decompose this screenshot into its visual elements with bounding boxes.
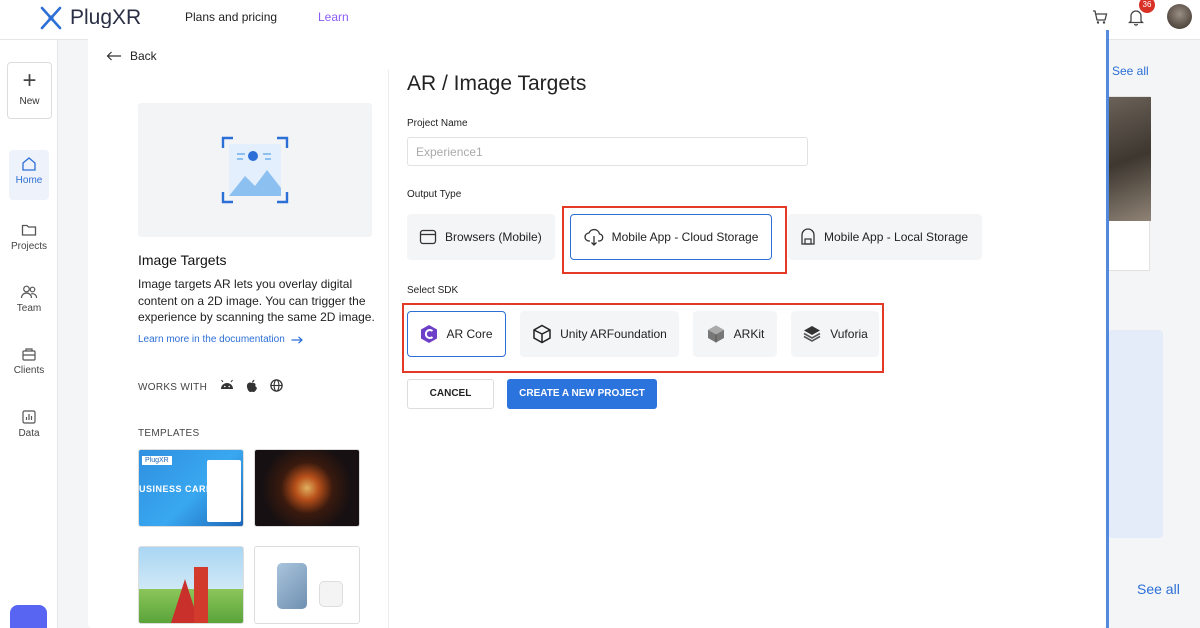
page-title: AR / Image Targets [407,72,587,95]
left-sidebar: + New Home Projects Team Clients Data [0,40,58,628]
arrow-right-icon [291,335,303,344]
nav-plans-and-pricing[interactable]: Plans and pricing [185,10,277,24]
avatar[interactable] [1167,4,1192,29]
see-all-link[interactable]: See all [1137,581,1180,597]
sidebar-item-clients[interactable]: Clients [0,346,58,376]
documentation-link[interactable]: Learn more in the documentation [138,334,303,345]
project-name-label: Project Name [407,118,468,129]
plugxr-logo-icon [40,6,62,30]
template-title: Image Targets [138,252,227,268]
select-sdk-label: Select SDK [407,285,459,296]
logo-text: PlugXR [70,6,142,29]
scrollbar[interactable] [1106,30,1109,628]
create-project-button[interactable]: CREATE A NEW PROJECT [507,379,657,409]
team-icon [20,285,38,299]
output-option-label: Mobile App - Local Storage [824,230,969,244]
earbuds-image [319,581,343,607]
image-target-preview [138,103,372,237]
image-target-icon [221,136,289,204]
documentation-link-label: Learn more in the documentation [138,334,285,345]
globe-icon [270,379,283,392]
works-with-label: WORKS WITH [138,382,208,393]
apple-icon [246,379,257,392]
sidebar-item-label: Home [15,175,43,186]
create-project-modal: Back Image Targets Image targets AR lets… [88,28,1106,628]
template-3d-shapes[interactable] [138,546,244,624]
sidebar-item-label: Clients [13,365,45,376]
template-description: Image targets AR lets you overlay digita… [138,277,375,324]
notification-badge: 36 [1139,0,1155,13]
home-icon [22,157,36,171]
plus-icon: + [22,67,37,94]
folder-icon [21,224,37,236]
business-card-image [207,460,241,522]
rectangle-shape [194,567,208,623]
output-option-local-storage[interactable]: Mobile App - Local Storage [788,214,982,260]
android-icon [221,379,233,389]
data-icon [22,410,36,424]
output-option-browsers-mobile[interactable]: Browsers (Mobile) [407,214,555,260]
new-button[interactable]: + New [7,62,52,119]
see-all-link[interactable]: See all [1112,64,1149,78]
output-option-label: Browsers (Mobile) [445,230,542,244]
sidebar-item-team[interactable]: Team [0,284,58,314]
sidebar-item-label: Team [16,303,42,314]
sidebar-item-projects[interactable]: Projects [0,222,58,252]
arrow-left-icon [106,51,121,61]
template-fire-coin[interactable] [254,449,360,527]
template-phone-product[interactable] [254,546,360,624]
template-business-card[interactable]: PlugXR USINESS CARD [138,449,244,527]
back-label: Back [130,49,157,63]
background-panel [1108,330,1163,538]
back-button[interactable]: Back [106,49,157,63]
divider [388,70,389,628]
background-card[interactable] [1108,96,1151,271]
sidebar-item-data[interactable]: Data [0,409,58,439]
project-name-input[interactable] [407,137,808,166]
discord-icon[interactable] [10,605,47,628]
platform-icons [220,379,283,393]
background-card-image [1109,97,1151,221]
nav-learn[interactable]: Learn [318,10,349,24]
highlight-box [402,303,884,373]
output-type-label: Output Type [407,189,462,200]
browser-icon [419,229,437,245]
highlight-box [562,206,787,274]
templates-label: TEMPLATES [138,428,200,439]
sidebar-item-label: Projects [10,241,48,252]
template-tag: PlugXR [142,456,172,465]
cancel-button[interactable]: CANCEL [407,379,494,409]
cart-icon[interactable] [1092,9,1108,25]
phone-image [277,563,307,609]
sidebar-item-label: Data [18,428,40,439]
new-label: New [19,96,40,107]
storage-icon [801,228,815,245]
template-text: USINESS CARD [139,484,214,494]
sidebar-item-home[interactable]: Home [0,150,58,200]
clients-icon [22,348,36,361]
